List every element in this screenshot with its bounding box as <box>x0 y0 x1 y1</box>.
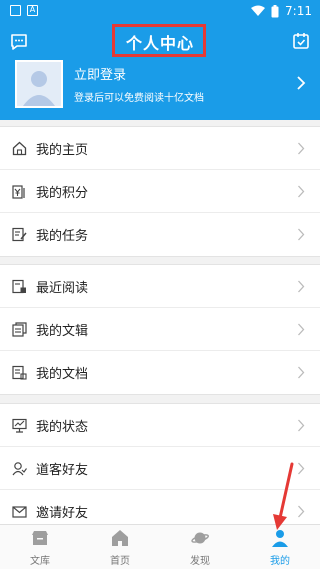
menu-item-my-documents[interactable]: 我的文档 <box>0 351 320 394</box>
menu-item-label: 我的文辑 <box>36 324 89 339</box>
invite-envelope-icon <box>12 506 27 518</box>
planet-icon <box>191 532 209 544</box>
menu-group-1: 我的主页 我的积分 我的任务 <box>0 126 320 257</box>
annotation-arrow-icon <box>273 462 294 530</box>
collection-icon <box>12 322 27 337</box>
recent-reading-icon <box>12 279 26 294</box>
login-label[interactable]: 立即登录 <box>74 64 126 83</box>
header: 个人中心 立即登录 登录后可以免费阅读十亿文档 <box>0 24 320 120</box>
tab-discover[interactable]: 发现 <box>160 525 240 569</box>
menu-item-recent-reading[interactable]: 最近阅读 <box>0 265 320 308</box>
menu-item-label: 我的主页 <box>36 143 89 158</box>
chevron-right-icon <box>297 76 306 90</box>
menu-item-label: 我的状态 <box>36 420 89 435</box>
title-highlight-box <box>112 24 206 57</box>
menu-item-label: 我的积分 <box>36 186 89 201</box>
login-subtitle: 登录后可以免费阅读十亿文档 <box>74 93 204 104</box>
menu-item-my-points[interactable]: 我的积分 <box>0 170 320 213</box>
battery-icon <box>271 4 279 17</box>
chevron-right-icon <box>298 323 305 336</box>
tab-label: 文库 <box>30 556 50 567</box>
tab-label: 发现 <box>190 556 210 567</box>
status-bar: A 7:11 <box>0 0 320 24</box>
tab-library[interactable]: 文库 <box>0 525 80 569</box>
login-entry[interactable]: 立即登录 登录后可以免费阅读十亿文档 <box>0 60 320 110</box>
tab-label: 首页 <box>110 556 130 567</box>
chevron-right-icon <box>298 366 305 379</box>
status-icon <box>12 418 27 433</box>
wifi-icon <box>251 5 266 16</box>
image-notification-icon <box>10 5 21 16</box>
menu-item-my-status[interactable]: 我的状态 <box>0 404 320 447</box>
app-notification-icon: A <box>27 5 38 16</box>
home-icon <box>112 530 128 546</box>
chevron-right-icon <box>298 142 305 155</box>
menu-item-my-tasks[interactable]: 我的任务 <box>0 213 320 256</box>
menu-item-my-collections[interactable]: 我的文辑 <box>0 308 320 351</box>
chevron-right-icon <box>298 505 305 518</box>
status-time: 7:11 <box>285 4 312 18</box>
menu-group-2: 最近阅读 我的文辑 我的文档 <box>0 264 320 395</box>
menu-item-label: 道客好友 <box>36 463 89 478</box>
menu-item-label: 我的任务 <box>36 229 89 244</box>
calendar-checkin-icon[interactable] <box>292 32 310 50</box>
home-icon <box>12 141 27 156</box>
tab-home[interactable]: 首页 <box>80 525 160 569</box>
points-yen-icon <box>12 185 25 199</box>
document-icon <box>12 365 27 380</box>
menu-item-label: 邀请好友 <box>36 506 89 521</box>
menu-item-my-homepage[interactable]: 我的主页 <box>0 127 320 170</box>
library-icon <box>32 531 48 545</box>
tab-label: 我的 <box>270 556 290 567</box>
menu-item-label: 最近阅读 <box>36 281 89 296</box>
friends-icon <box>12 462 27 476</box>
task-edit-icon <box>12 227 27 242</box>
chevron-right-icon <box>298 228 305 241</box>
chevron-right-icon <box>298 280 305 293</box>
avatar[interactable] <box>15 60 63 108</box>
chevron-right-icon <box>298 185 305 198</box>
menu-item-label: 我的文档 <box>36 367 89 382</box>
chevron-right-icon <box>298 462 305 475</box>
chevron-right-icon <box>298 419 305 432</box>
